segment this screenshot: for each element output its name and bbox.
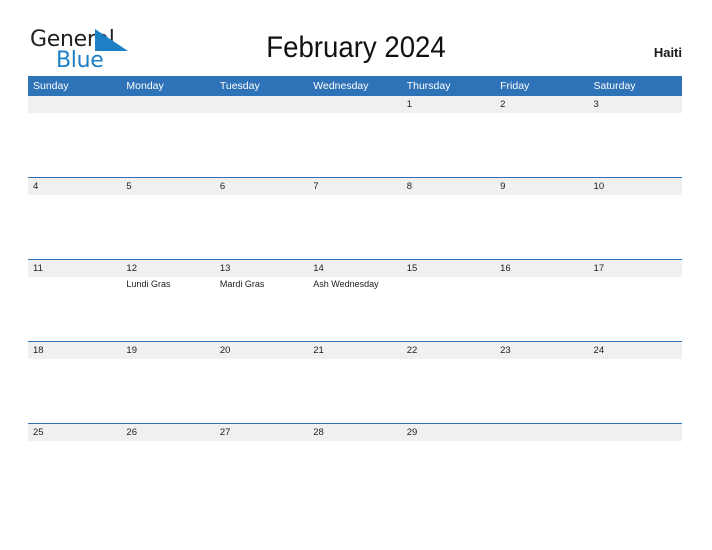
day-cell[interactable]: 13 Mardi Gras xyxy=(215,260,308,341)
day-cell[interactable]: 22 xyxy=(402,342,495,423)
weekday-header-wednesday: Wednesday xyxy=(313,80,369,92)
day-cell[interactable]: 3 xyxy=(589,96,682,177)
day-cell[interactable]: 21 xyxy=(308,342,401,423)
day-number: 26 xyxy=(126,427,137,438)
calendar-week-row: 25 26 27 28 29 xyxy=(28,423,682,505)
day-cell[interactable]: 15 xyxy=(402,260,495,341)
day-cell[interactable]: 20 xyxy=(215,342,308,423)
day-number: 7 xyxy=(313,181,319,192)
weekday-header-saturday: Saturday xyxy=(593,80,636,92)
day-number: 23 xyxy=(500,345,511,356)
day-number: 10 xyxy=(593,181,605,192)
calendar-week-row: 1 2 3 xyxy=(28,96,682,177)
calendar-weekday-header: Sunday Monday Tuesday Wednesday Thursday Frid… xyxy=(28,76,682,96)
country-label: Haiti xyxy=(653,45,682,60)
day-cell-empty xyxy=(589,424,682,505)
day-cell[interactable]: 11 xyxy=(28,260,121,341)
day-number: 14 xyxy=(313,263,324,274)
day-cell[interactable]: 14 Ash Wednesday xyxy=(308,260,401,341)
day-number: 22 xyxy=(406,345,418,356)
day-cell-empty xyxy=(121,96,214,177)
day-number: 17 xyxy=(593,263,605,274)
day-number: 12 xyxy=(126,263,137,274)
day-cell[interactable]: 19 xyxy=(121,342,214,423)
day-cell[interactable]: 23 xyxy=(495,342,588,423)
day-number: 5 xyxy=(126,181,132,192)
day-cell[interactable]: 12 Lundi Gras xyxy=(121,260,214,341)
calendar-week-row: 4 5 6 7 8 9 10 xyxy=(28,177,682,259)
day-event-label: Lundi Gras xyxy=(126,279,171,289)
day-cell[interactable]: 7 xyxy=(308,178,401,259)
day-cell[interactable]: 18 xyxy=(28,342,121,423)
weekday-header-friday: Friday xyxy=(500,80,530,92)
day-cell[interactable]: 8 xyxy=(402,178,495,259)
day-cell-empty xyxy=(28,96,121,177)
day-number: 4 xyxy=(33,181,39,192)
calendar-week-row: 11 12 Lundi Gras 13 Mardi Gras 14 Ash Wednesda… xyxy=(28,259,682,341)
week-day-cells: 4 5 6 7 8 9 10 xyxy=(28,178,682,259)
day-cell[interactable]: 24 xyxy=(589,342,682,423)
day-cell[interactable]: 26 xyxy=(121,424,214,505)
day-cell[interactable]: 25 xyxy=(28,424,121,505)
page-title: February 2024 xyxy=(266,31,446,64)
day-number: 11 xyxy=(33,263,43,274)
day-cell-empty xyxy=(215,96,308,177)
day-cell[interactable]: 16 xyxy=(495,260,588,341)
weekday-header-sunday: Sunday xyxy=(33,80,69,92)
day-number: 24 xyxy=(593,345,605,356)
calendar-grid: Sunday Monday Tuesday Wednesday Thursday Frid… xyxy=(28,76,682,505)
day-event-label: Mardi Gras xyxy=(219,279,265,289)
week-day-cells: 25 26 27 28 29 xyxy=(28,424,682,505)
day-cell[interactable]: 5 xyxy=(121,178,214,259)
day-cell[interactable]: 6 xyxy=(215,178,308,259)
day-cell[interactable]: 28 xyxy=(308,424,401,505)
day-cell[interactable]: 17 xyxy=(589,260,682,341)
day-cell[interactable]: 2 xyxy=(495,96,588,177)
day-number: 28 xyxy=(313,427,324,438)
calendar-weeks: 1 2 3 4 5 6 7 8 9 10 11 12 Lundi Gras 13 Mardi Gras 14 A… xyxy=(28,96,682,505)
day-number: 8 xyxy=(406,181,412,192)
calendar-week-row: 18 19 20 21 22 23 24 xyxy=(28,341,682,423)
day-cell-empty xyxy=(308,96,401,177)
day-number: 20 xyxy=(219,345,231,356)
day-number: 16 xyxy=(500,263,511,274)
day-cell[interactable]: 9 xyxy=(495,178,588,259)
day-number: 21 xyxy=(313,345,324,356)
day-cell[interactable]: 4 xyxy=(28,178,121,259)
weekday-header-thursday: Thursday xyxy=(406,80,451,92)
week-day-cells: 11 12 Lundi Gras 13 Mardi Gras 14 Ash Wednesda… xyxy=(28,260,682,341)
day-cell[interactable]: 10 xyxy=(589,178,682,259)
day-cell[interactable]: 1 xyxy=(402,96,495,177)
day-number: 3 xyxy=(593,99,599,110)
day-number: 6 xyxy=(219,181,226,192)
day-number: 13 xyxy=(219,263,231,274)
day-cell[interactable]: 27 xyxy=(215,424,308,505)
day-number: 25 xyxy=(33,427,44,438)
day-cell[interactable]: 29 xyxy=(402,424,495,505)
day-number: 29 xyxy=(406,427,418,438)
day-number: 27 xyxy=(219,427,231,438)
day-number: 9 xyxy=(500,181,506,192)
page-header: General Blue February 2024 Haiti xyxy=(0,0,712,76)
day-number: 2 xyxy=(500,99,506,110)
day-number: 18 xyxy=(33,345,44,356)
day-event-label: Ash Wednesday xyxy=(313,279,379,289)
weekday-header-tuesday: Tuesday xyxy=(219,80,260,92)
weekday-header-monday: Monday xyxy=(126,80,164,92)
day-number: 19 xyxy=(126,345,137,356)
day-cell-empty xyxy=(495,424,588,505)
day-number: 15 xyxy=(406,263,418,274)
week-day-cells: 1 2 3 xyxy=(28,96,682,177)
day-number: 1 xyxy=(406,99,412,110)
week-day-cells: 18 19 20 21 22 23 24 xyxy=(28,342,682,423)
